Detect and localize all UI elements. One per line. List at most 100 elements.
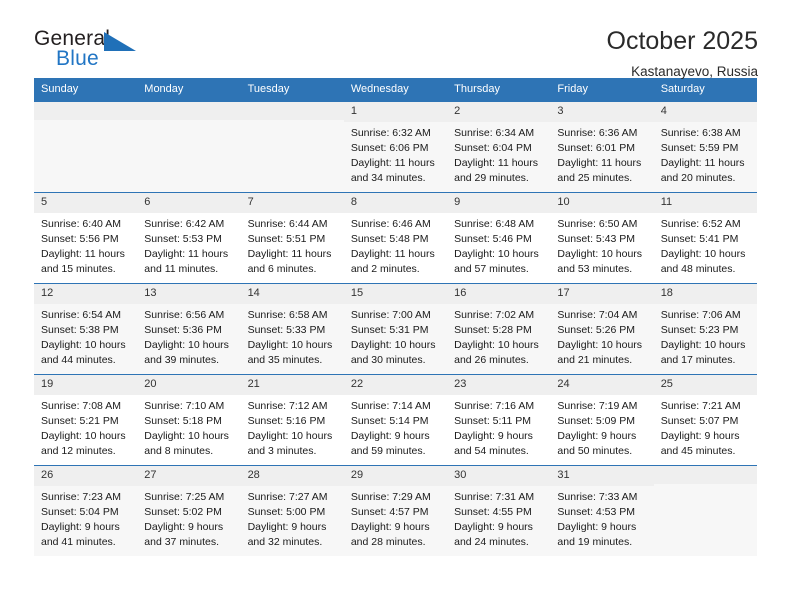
sunrise-time: Sunrise: 7:29 AM xyxy=(350,491,431,504)
sunset-time: Sunset: 5:07 PM xyxy=(660,415,739,428)
daylight-duration-line2: and 57 minutes. xyxy=(454,263,529,276)
calendar-day-cell[interactable]: 7 Sunrise: 6:44 AM Sunset: 5:51 PM Daylight… xyxy=(240,192,344,284)
day-number: 27 xyxy=(137,466,241,487)
sunrise-time: Sunrise: 7:06 AM xyxy=(660,309,741,322)
general-blue-logo: General Blue xyxy=(34,28,144,76)
calendar-day-cell[interactable]: 26 Sunrise: 7:23 AM Sunset: 5:04 PM Dayligh… xyxy=(34,465,138,557)
calendar-day-cell[interactable]: 8 Sunrise: 6:46 AM Sunset: 5:48 PM Daylight… xyxy=(343,192,448,284)
day-number: 31 xyxy=(550,466,654,487)
page-masthead: General Blue October 2025 Kastanayevo, R… xyxy=(34,0,758,78)
day-number: 13 xyxy=(137,284,241,305)
sunset-time: Sunset: 5:28 PM xyxy=(454,324,532,337)
calendar-day-cell[interactable]: 15 Sunrise: 7:00 AM Sunset: 5:31 PM Dayligh… xyxy=(343,283,448,375)
sunrise-time: Sunrise: 7:33 AM xyxy=(557,491,638,504)
calendar-day-cell[interactable]: 21 Sunrise: 7:12 AM Sunset: 5:16 PM Dayligh… xyxy=(240,374,344,466)
sunrise-time: Sunrise: 6:42 AM xyxy=(144,218,225,231)
day-details: Sunrise: 6:52 AM Sunset: 5:41 PM Daylight:… xyxy=(654,213,757,277)
day-details: Sunrise: 6:34 AM Sunset: 6:04 PM Daylight:… xyxy=(447,122,550,186)
calendar-day-cell-empty xyxy=(137,101,241,193)
sunset-time: Sunset: 5:21 PM xyxy=(41,415,119,428)
sunrise-time: Sunrise: 6:50 AM xyxy=(557,218,638,231)
daylight-duration-line2: and 19 minutes. xyxy=(557,536,633,549)
calendar-day-cell[interactable]: 24 Sunrise: 7:19 AM Sunset: 5:09 PM Dayligh… xyxy=(550,374,654,466)
calendar-week-row: 5 Sunrise: 6:40 AM Sunset: 5:56 PM Daylight… xyxy=(34,192,757,284)
calendar-day-cell[interactable]: 14 Sunrise: 6:58 AM Sunset: 5:33 PM Dayligh… xyxy=(240,283,344,375)
daylight-duration-line2: and 39 minutes. xyxy=(144,354,219,367)
day-number: 7 xyxy=(240,193,344,214)
daylight-duration-line2: and 54 minutes. xyxy=(454,445,529,458)
calendar-day-cell[interactable]: 17 Sunrise: 7:04 AM Sunset: 5:26 PM Dayligh… xyxy=(550,283,654,375)
sunrise-time: Sunrise: 7:12 AM xyxy=(247,400,328,413)
sunrise-time: Sunrise: 7:14 AM xyxy=(350,400,431,413)
calendar-day-cell[interactable]: 13 Sunrise: 6:56 AM Sunset: 5:36 PM Dayligh… xyxy=(137,283,241,375)
sunrise-time: Sunrise: 7:04 AM xyxy=(557,309,638,322)
sunset-time: Sunset: 6:01 PM xyxy=(557,142,636,155)
daylight-duration-line1: Daylight: 11 hours xyxy=(350,157,435,170)
sunrise-time: Sunrise: 7:02 AM xyxy=(454,309,535,322)
calendar-day-cell[interactable]: 11 Sunrise: 6:52 AM Sunset: 5:41 PM Dayligh… xyxy=(653,192,757,284)
calendar-day-cell[interactable]: 28 Sunrise: 7:27 AM Sunset: 5:00 PM Dayligh… xyxy=(240,465,344,557)
title-block: October 2025 Kastanayevo, Russia xyxy=(606,27,759,79)
calendar-day-cell[interactable]: 25 Sunrise: 7:21 AM Sunset: 5:07 PM Dayligh… xyxy=(653,374,757,466)
calendar-day-cell[interactable]: 5 Sunrise: 6:40 AM Sunset: 5:56 PM Daylight… xyxy=(34,192,138,284)
calendar-day-cell[interactable]: 10 Sunrise: 6:50 AM Sunset: 5:43 PM Dayligh… xyxy=(550,192,654,284)
day-number: 22 xyxy=(343,375,448,396)
sunset-time: Sunset: 5:31 PM xyxy=(350,324,429,337)
calendar-week-row: 1 Sunrise: 6:32 AM Sunset: 6:06 PM Daylight… xyxy=(34,101,757,193)
sunrise-time: Sunrise: 6:48 AM xyxy=(454,218,535,231)
sunrise-time: Sunrise: 7:21 AM xyxy=(660,400,741,413)
day-details: Sunrise: 7:04 AM Sunset: 5:26 PM Daylight:… xyxy=(550,304,653,368)
day-number: 17 xyxy=(550,284,654,305)
daylight-duration-line2: and 8 minutes. xyxy=(144,445,214,458)
daylight-duration-line1: Daylight: 9 hours xyxy=(350,430,430,443)
calendar-day-cell-empty xyxy=(34,101,138,193)
daylight-duration-line2: and 45 minutes. xyxy=(660,445,736,458)
calendar-day-cell[interactable]: 12 Sunrise: 6:54 AM Sunset: 5:38 PM Dayligh… xyxy=(34,283,138,375)
calendar-day-cell[interactable]: 20 Sunrise: 7:10 AM Sunset: 5:18 PM Dayligh… xyxy=(137,374,241,466)
calendar-day-cell[interactable]: 31 Sunrise: 7:33 AM Sunset: 4:53 PM Dayligh… xyxy=(550,465,654,557)
day-details: Sunrise: 7:08 AM Sunset: 5:21 PM Daylight:… xyxy=(34,395,137,459)
daylight-duration-line1: Daylight: 9 hours xyxy=(660,430,740,443)
calendar-day-cell[interactable]: 23 Sunrise: 7:16 AM Sunset: 5:11 PM Dayligh… xyxy=(447,374,551,466)
sunset-time: Sunset: 5:02 PM xyxy=(144,506,222,519)
sunset-time: Sunset: 5:11 PM xyxy=(454,415,531,428)
sunrise-time: Sunrise: 7:10 AM xyxy=(144,400,225,413)
calendar-day-cell[interactable]: 18 Sunrise: 7:06 AM Sunset: 5:23 PM Dayligh… xyxy=(653,283,757,375)
calendar-day-cell[interactable]: 1 Sunrise: 6:32 AM Sunset: 6:06 PM Daylight… xyxy=(343,101,448,193)
calendar-day-cell[interactable]: 16 Sunrise: 7:02 AM Sunset: 5:28 PM Dayligh… xyxy=(447,283,551,375)
day-number xyxy=(240,102,344,121)
daylight-duration-line2: and 24 minutes. xyxy=(454,536,529,549)
daylight-duration-line1: Daylight: 10 hours xyxy=(41,339,126,352)
day-number xyxy=(137,102,241,121)
day-details: Sunrise: 6:46 AM Sunset: 5:48 PM Daylight:… xyxy=(344,213,447,277)
daylight-duration-line1: Daylight: 10 hours xyxy=(144,430,229,443)
daylight-duration-line1: Daylight: 11 hours xyxy=(247,248,332,261)
triangle-icon xyxy=(104,32,136,51)
day-details: Sunrise: 6:38 AM Sunset: 5:59 PM Daylight:… xyxy=(654,122,757,186)
day-details: Sunrise: 6:44 AM Sunset: 5:51 PM Daylight:… xyxy=(241,213,344,277)
weekday-header-thursday: Thursday xyxy=(447,78,551,102)
daylight-duration-line1: Daylight: 11 hours xyxy=(41,248,125,261)
sunrise-time: Sunrise: 6:40 AM xyxy=(41,218,121,231)
day-number: 2 xyxy=(447,102,551,123)
daylight-duration-line2: and 48 minutes. xyxy=(660,263,736,276)
weekday-header-friday: Friday xyxy=(550,78,654,102)
day-details: Sunrise: 7:12 AM Sunset: 5:16 PM Daylight:… xyxy=(241,395,344,459)
calendar-day-cell[interactable]: 4 Sunrise: 6:38 AM Sunset: 5:59 PM Daylight… xyxy=(653,101,757,193)
calendar-day-cell-empty xyxy=(653,465,757,557)
day-number: 4 xyxy=(653,102,757,123)
calendar-body: 1 Sunrise: 6:32 AM Sunset: 6:06 PM Daylight… xyxy=(34,101,757,557)
calendar-day-cell[interactable]: 27 Sunrise: 7:25 AM Sunset: 5:02 PM Dayligh… xyxy=(137,465,241,557)
day-details: Sunrise: 6:40 AM Sunset: 5:56 PM Daylight:… xyxy=(34,213,137,277)
calendar-day-cell[interactable]: 9 Sunrise: 6:48 AM Sunset: 5:46 PM Daylight… xyxy=(447,192,551,284)
calendar-day-cell[interactable]: 2 Sunrise: 6:34 AM Sunset: 6:04 PM Daylight… xyxy=(447,101,551,193)
page-title: October 2025 xyxy=(606,27,759,55)
calendar-day-cell[interactable]: 19 Sunrise: 7:08 AM Sunset: 5:21 PM Dayligh… xyxy=(34,374,138,466)
calendar-day-cell[interactable]: 6 Sunrise: 6:42 AM Sunset: 5:53 PM Daylight… xyxy=(137,192,241,284)
calendar-day-cell[interactable]: 29 Sunrise: 7:29 AM Sunset: 4:57 PM Dayligh… xyxy=(343,465,448,557)
calendar-day-cell[interactable]: 30 Sunrise: 7:31 AM Sunset: 4:55 PM Dayligh… xyxy=(447,465,551,557)
calendar-day-cell[interactable]: 22 Sunrise: 7:14 AM Sunset: 5:14 PM Dayligh… xyxy=(343,374,448,466)
daylight-duration-line2: and 21 minutes. xyxy=(557,354,633,367)
calendar-day-cell[interactable]: 3 Sunrise: 6:36 AM Sunset: 6:01 PM Daylight… xyxy=(550,101,654,193)
daylight-duration-line1: Daylight: 10 hours xyxy=(557,339,643,352)
